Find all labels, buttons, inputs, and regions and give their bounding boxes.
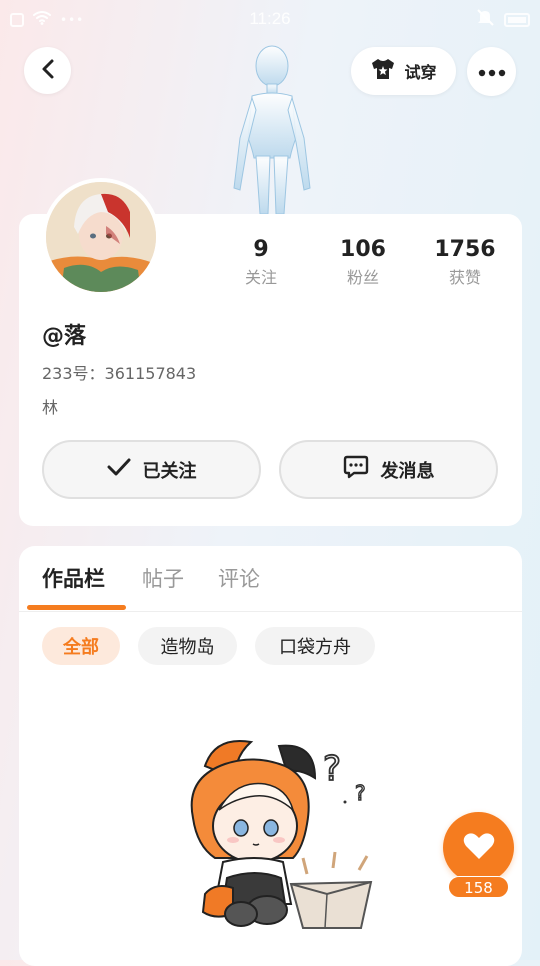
heart-icon: [463, 832, 495, 864]
following-count: 9: [253, 237, 269, 262]
following-button-label: 已关注: [142, 460, 197, 482]
silent-bell-icon: [476, 9, 494, 30]
empty-state-illustration: ? ?: [175, 728, 390, 933]
filter-creation-island[interactable]: 造物岛: [138, 627, 237, 665]
tab-posts[interactable]: 帖子: [142, 563, 184, 593]
like-count-badge: 158: [448, 876, 509, 898]
avatar-3d-figure[interactable]: [222, 38, 322, 216]
tab-comments[interactable]: 评论: [218, 563, 260, 593]
followers-count: 106: [340, 237, 386, 262]
filter-pocket-ark[interactable]: 口袋方舟: [255, 627, 375, 665]
user-bio: 林: [42, 398, 59, 417]
following-button[interactable]: 已关注: [42, 440, 261, 499]
tab-works[interactable]: 作品栏: [42, 563, 105, 593]
check-icon: [107, 457, 131, 482]
chevron-left-icon: [40, 58, 56, 84]
stat-followers[interactable]: 106 粉丝: [318, 236, 408, 292]
active-tab-indicator: [27, 605, 126, 610]
tshirt-icon: [370, 57, 396, 85]
chat-bubble-icon: [343, 454, 369, 485]
likes-received-count: 1756: [434, 237, 496, 262]
more-dots-icon: [478, 62, 506, 81]
user-id: 233号：361157843: [42, 364, 197, 383]
like-button[interactable]: [443, 812, 514, 883]
status-time: 11:26: [249, 9, 291, 28]
followers-label: 粉丝: [346, 268, 379, 287]
back-button[interactable]: [24, 47, 71, 94]
battery-icon: [504, 12, 530, 27]
following-label: 关注: [244, 268, 277, 287]
more-button[interactable]: [467, 47, 516, 96]
svg-text:?: ?: [323, 749, 341, 789]
svg-text:?: ?: [355, 781, 366, 805]
filter-all[interactable]: 全部: [42, 627, 120, 665]
status-bar: ••• 11:26: [0, 0, 540, 38]
try-on-button[interactable]: 试穿: [351, 47, 456, 95]
user-avatar[interactable]: [42, 178, 160, 296]
likes-received-label: 获赞: [448, 268, 481, 287]
send-message-label: 发消息: [380, 460, 435, 482]
try-on-label: 试穿: [404, 63, 437, 82]
stat-likes[interactable]: 1756 获赞: [420, 236, 510, 292]
tab-divider: [19, 611, 522, 612]
username: @落: [42, 324, 87, 349]
send-message-button[interactable]: 发消息: [279, 440, 498, 499]
stat-following[interactable]: 9 关注: [216, 236, 306, 292]
